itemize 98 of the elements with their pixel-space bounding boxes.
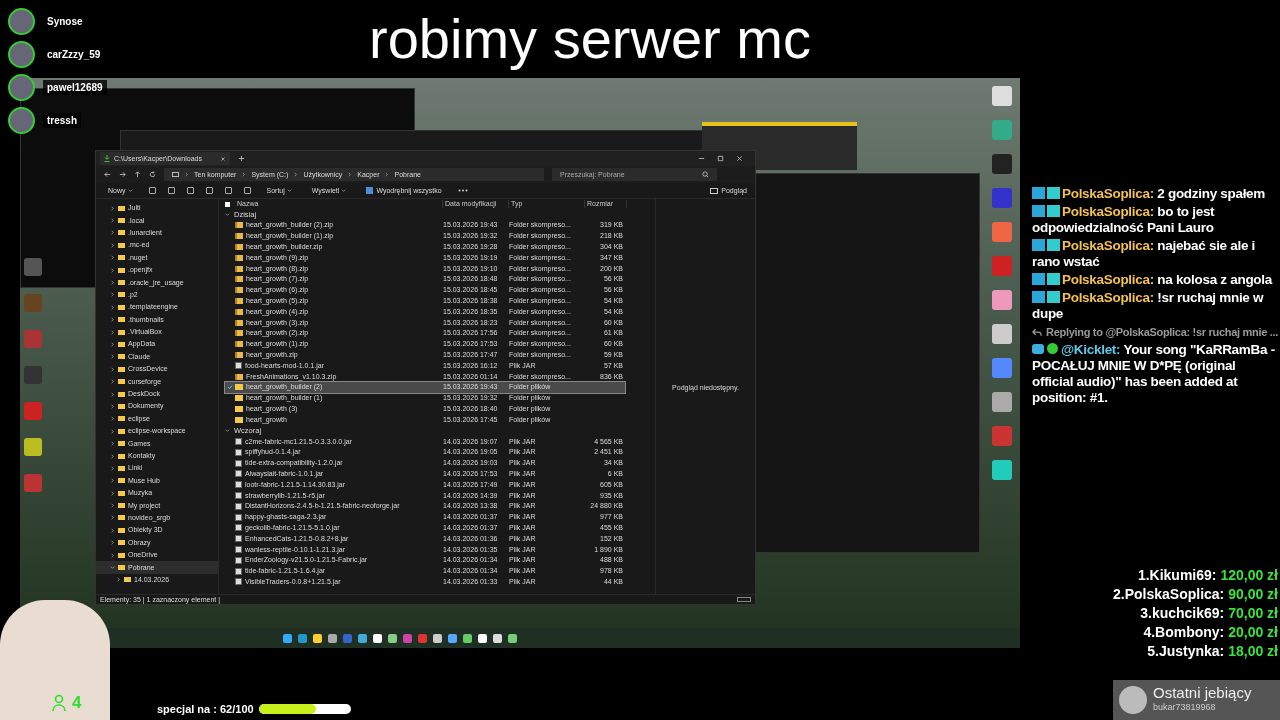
chat-message: PolskaSoplica: !sr ruchaj mnie w dupe [1032, 290, 1265, 322]
toolbar-icon[interactable] [243, 187, 251, 194]
chevron-right-icon[interactable] [110, 515, 115, 521]
jar-file-icon [235, 362, 242, 370]
chevron-right-icon[interactable] [110, 428, 115, 434]
moderator-badge-icon [1032, 291, 1045, 303]
toolbar-icon[interactable] [224, 187, 232, 194]
donation-entry: 2.PolskaSoplica: 90,00 zł [1113, 585, 1278, 604]
chevron-right-icon[interactable] [110, 342, 115, 347]
chevron-right-icon[interactable] [110, 540, 115, 546]
toolbar-icon[interactable] [148, 187, 156, 194]
search-icon [702, 171, 709, 178]
preview-pane-icon [710, 187, 719, 194]
chevron-right-icon[interactable] [110, 317, 115, 323]
refresh-icon[interactable] [149, 171, 156, 178]
chevron-right-icon[interactable] [110, 379, 115, 385]
zip-folder-icon [235, 373, 243, 380]
chevron-right-icon[interactable] [110, 354, 115, 360]
chevron-right-icon[interactable] [110, 218, 115, 224]
subscriber-badge-icon [1047, 291, 1060, 303]
close-icon[interactable] [736, 155, 743, 162]
chevron-right-icon[interactable] [116, 577, 121, 583]
toolbar-icon[interactable] [167, 187, 175, 194]
checkmark-icon [227, 384, 233, 391]
subscriber-badge-icon [1047, 187, 1060, 199]
subscriber-badge-icon [1047, 239, 1060, 251]
up-icon[interactable] [134, 171, 141, 178]
chevron-right-icon[interactable] [110, 403, 115, 409]
chevron-down-icon [127, 188, 133, 193]
reply-preview: Replying to @PolskaSoplica: !sr ruchaj mnie ... [1046, 325, 1278, 340]
moderator-badge-icon [1032, 273, 1045, 285]
chevron-right-icon [347, 172, 353, 177]
subscriber-badge-icon [1047, 273, 1060, 285]
chevron-down-icon [341, 188, 347, 193]
chevron-down-icon[interactable] [110, 565, 115, 570]
chevron-right-icon[interactable] [110, 280, 115, 286]
minimize-icon[interactable] [698, 155, 705, 162]
chevron-right-icon [241, 172, 247, 177]
chevron-right-icon[interactable] [110, 391, 115, 397]
chevron-down-icon [286, 188, 292, 193]
chevron-right-icon[interactable] [110, 441, 115, 447]
moderator-badge-icon [1032, 205, 1045, 217]
chevron-right-icon[interactable] [110, 478, 115, 484]
reply-arrow-icon [1032, 327, 1043, 337]
robot-icon [1032, 344, 1044, 354]
chevron-right-icon[interactable] [110, 527, 115, 533]
chevron-right-icon[interactable] [110, 230, 115, 236]
donation-entry: 1.Kikumi69: 120,00 zł [1137, 566, 1278, 585]
chevron-right-icon[interactable] [110, 304, 115, 310]
computer-icon [172, 172, 179, 177]
chevron-down-icon[interactable] [225, 212, 230, 217]
chevron-right-icon[interactable] [110, 267, 115, 273]
donation-entry: 4.Bombony: 20,00 zł [1143, 623, 1278, 642]
user-icon [52, 693, 66, 712]
back-icon[interactable] [104, 171, 111, 178]
maximize-icon[interactable] [717, 155, 724, 162]
goal-label: specjal na : 62/100 [157, 702, 254, 717]
new-tab-icon[interactable] [238, 155, 245, 162]
chevron-right-icon[interactable] [110, 329, 115, 335]
chat-message: @Kicklet: Your song "KaRRamBa - POCAŁUJ MNIE W D*PĘ (original official audio)" has been added at position: #1. [1032, 342, 1276, 406]
chevron-right-icon[interactable] [110, 453, 115, 459]
more-icon[interactable] [457, 189, 468, 192]
forward-icon[interactable] [119, 171, 126, 178]
chevron-right-icon[interactable] [110, 255, 115, 261]
chevron-right-icon[interactable] [110, 205, 115, 211]
donation-entry: 3.kuchcik69: 70,00 zł [1140, 604, 1278, 623]
chevron-right-icon [184, 172, 189, 177]
chevron-right-icon[interactable] [110, 416, 115, 422]
moderator-badge-icon [1032, 187, 1045, 199]
follower-name: bukar73819968 [1153, 701, 1217, 715]
archive-icon [366, 187, 374, 194]
chevron-right-icon [384, 172, 390, 177]
chevron-right-icon[interactable] [110, 292, 115, 298]
chevron-right-icon [293, 172, 299, 177]
chevron-right-icon[interactable] [110, 552, 115, 558]
toolbar-icon[interactable] [205, 187, 213, 194]
select-all-checkbox[interactable] [225, 201, 230, 207]
viewer-name: tressh [43, 113, 81, 128]
chat-message: PolskaSoplica: 2 godziny spałem [1032, 186, 1278, 202]
viewer-count: 4 [72, 692, 82, 714]
close-icon[interactable] [220, 155, 226, 162]
chevron-right-icon[interactable] [110, 242, 115, 248]
chat-message: PolskaSoplica: na kolosa z angola [1032, 272, 1278, 288]
chevron-right-icon[interactable] [110, 366, 115, 372]
subscriber-badge-icon [1047, 205, 1060, 217]
chevron-down-icon[interactable] [225, 428, 230, 434]
donation-entry: 5.Justynka: 18,00 zł [1147, 642, 1278, 661]
toolbar-icon[interactable] [186, 187, 194, 194]
chevron-right-icon[interactable] [110, 465, 115, 471]
viewer-name: pawel12689 [43, 80, 107, 95]
moderator-badge-icon [1032, 239, 1045, 251]
view-toggle-icon[interactable] [737, 597, 751, 602]
download-icon [104, 155, 110, 162]
verified-icon [1047, 343, 1058, 354]
card-title: Ostatni jebiący [1153, 685, 1252, 702]
chevron-right-icon[interactable] [110, 490, 115, 496]
stream-title: robimy serwer mc [368, 6, 812, 72]
chevron-right-icon[interactable] [110, 503, 115, 509]
